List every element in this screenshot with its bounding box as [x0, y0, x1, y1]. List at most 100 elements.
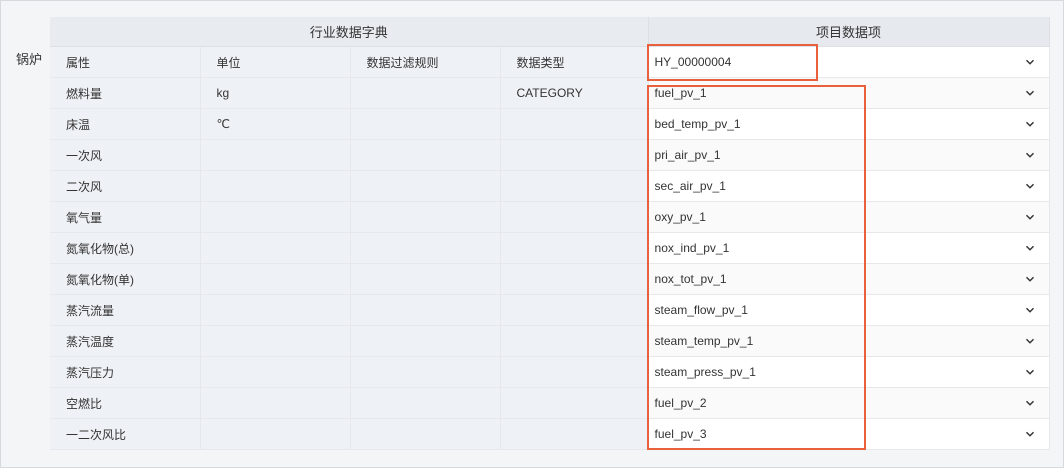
section-label: 锅炉 — [16, 52, 43, 67]
chevron-down-icon — [1025, 367, 1035, 377]
cell-project-item: steam_flow_pv_1 — [648, 294, 1050, 326]
cell-unit: kg — [200, 77, 351, 109]
cell-project-item: pri_air_pv_1 — [648, 139, 1050, 171]
cell-attr: 氧气量 — [50, 201, 201, 233]
project-item-select[interactable]: steam_flow_pv_1 — [649, 295, 1049, 325]
cell-project-item: oxy_pv_1 — [648, 201, 1050, 233]
cell-unit — [200, 139, 351, 171]
cell-project-item: nox_ind_pv_1 — [648, 232, 1050, 264]
mapping-table: 行业数据字典 项目数据项 属性 单位 数据过滤规则 数据类型 HY_000000… — [50, 17, 1050, 450]
cell-unit — [200, 294, 351, 326]
cell-type — [500, 170, 649, 202]
cell-project-item: bed_temp_pv_1 — [648, 108, 1050, 140]
project-item-select[interactable]: steam_press_pv_1 — [649, 357, 1049, 387]
cell-attr: 空燃比 — [50, 387, 201, 419]
cell-project-item: fuel_pv_3 — [648, 418, 1050, 450]
cell-type — [500, 201, 649, 233]
cell-type — [500, 108, 649, 140]
project-item-select[interactable]: nox_ind_pv_1 — [649, 233, 1049, 263]
cell-attr: 二次风 — [50, 170, 201, 202]
cell-filter — [350, 387, 501, 419]
project-item-select[interactable]: steam_temp_pv_1 — [649, 326, 1049, 356]
project-group-header: 项目数据项 — [648, 17, 1050, 47]
table-row: 蒸汽温度 steam_temp_pv_1 — [50, 325, 1050, 357]
table-row: 燃料量 kg CATEGORY fuel_pv_1 — [50, 77, 1050, 109]
cell-attr: 一次风 — [50, 139, 201, 171]
project-item-select[interactable]: nox_tot_pv_1 — [649, 264, 1049, 294]
project-item-select[interactable]: sec_air_pv_1 — [649, 171, 1049, 201]
cell-filter — [350, 418, 501, 450]
cell-filter — [350, 294, 501, 326]
chevron-down-icon — [1025, 150, 1035, 160]
column-header-row: 属性 单位 数据过滤规则 数据类型 HY_00000004 — [50, 46, 1050, 78]
project-id-value: HY_00000004 — [654, 55, 732, 69]
cell-project-item: steam_press_pv_1 — [648, 356, 1050, 388]
cell-filter — [350, 201, 501, 233]
col-header-unit: 单位 — [200, 46, 351, 78]
table-row: 一次风 pri_air_pv_1 — [50, 139, 1050, 171]
chevron-down-icon — [1025, 398, 1035, 408]
table-row: 一二次风比 fuel_pv_3 — [50, 418, 1050, 450]
cell-attr: 蒸汽流量 — [50, 294, 201, 326]
cell-attr: 床温 — [50, 108, 201, 140]
col-header-type: 数据类型 — [500, 46, 649, 78]
dict-group-header: 行业数据字典 — [50, 17, 649, 47]
cell-attr: 蒸汽压力 — [50, 356, 201, 388]
cell-type — [500, 294, 649, 326]
cell-project-item: nox_tot_pv_1 — [648, 263, 1050, 295]
chevron-down-icon — [1025, 119, 1035, 129]
cell-type — [500, 325, 649, 357]
cell-attr: 氮氧化物(总) — [50, 232, 201, 264]
project-item-value: fuel_pv_1 — [654, 86, 707, 100]
cell-unit — [200, 201, 351, 233]
project-item-select[interactable]: fuel_pv_2 — [649, 388, 1049, 418]
cell-type — [500, 418, 649, 450]
project-item-value: steam_flow_pv_1 — [654, 303, 748, 317]
project-item-select[interactable]: oxy_pv_1 — [649, 202, 1049, 232]
cell-type — [500, 356, 649, 388]
chevron-down-icon — [1025, 88, 1035, 98]
cell-type — [500, 387, 649, 419]
group-header-row: 行业数据字典 项目数据项 — [50, 17, 1050, 47]
cell-unit — [200, 170, 351, 202]
project-item-value: oxy_pv_1 — [654, 210, 706, 224]
cell-filter — [350, 77, 501, 109]
cell-filter — [350, 356, 501, 388]
chevron-down-icon — [1025, 336, 1035, 346]
cell-filter — [350, 325, 501, 357]
chevron-down-icon — [1025, 305, 1035, 315]
project-item-select[interactable]: fuel_pv_3 — [649, 419, 1049, 449]
project-item-select[interactable]: bed_temp_pv_1 — [649, 109, 1049, 139]
table-row: 空燃比 fuel_pv_2 — [50, 387, 1050, 419]
col-header-filter: 数据过滤规则 — [350, 46, 501, 78]
cell-filter — [350, 170, 501, 202]
project-item-select[interactable]: fuel_pv_1 — [649, 78, 1049, 108]
project-item-value: steam_press_pv_1 — [654, 365, 756, 379]
cell-project-item: fuel_pv_1 — [648, 77, 1050, 109]
cell-type: CATEGORY — [500, 77, 649, 109]
table-row: 氮氧化物(单) nox_tot_pv_1 — [50, 263, 1050, 295]
cell-filter — [350, 108, 501, 140]
project-item-select[interactable]: pri_air_pv_1 — [649, 140, 1049, 170]
chevron-down-icon — [1025, 274, 1035, 284]
cell-unit — [200, 418, 351, 450]
cell-type — [500, 232, 649, 264]
project-item-value: sec_air_pv_1 — [654, 179, 726, 193]
cell-attr: 燃料量 — [50, 77, 201, 109]
col-header-attr: 属性 — [50, 46, 201, 78]
project-item-value: nox_tot_pv_1 — [654, 272, 727, 286]
project-id-select[interactable]: HY_00000004 — [649, 47, 1049, 77]
project-item-value: pri_air_pv_1 — [654, 148, 721, 162]
cell-project-item: steam_temp_pv_1 — [648, 325, 1050, 357]
cell-type — [500, 139, 649, 171]
project-item-value: fuel_pv_3 — [654, 427, 707, 441]
table-row: 床温 ℃ bed_temp_pv_1 — [50, 108, 1050, 140]
cell-unit — [200, 356, 351, 388]
cell-attr: 一二次风比 — [50, 418, 201, 450]
table-row: 氧气量 oxy_pv_1 — [50, 201, 1050, 233]
cell-type — [500, 263, 649, 295]
chevron-down-icon — [1025, 181, 1035, 191]
chevron-down-icon — [1025, 243, 1035, 253]
cell-unit — [200, 325, 351, 357]
chevron-down-icon — [1025, 429, 1035, 439]
